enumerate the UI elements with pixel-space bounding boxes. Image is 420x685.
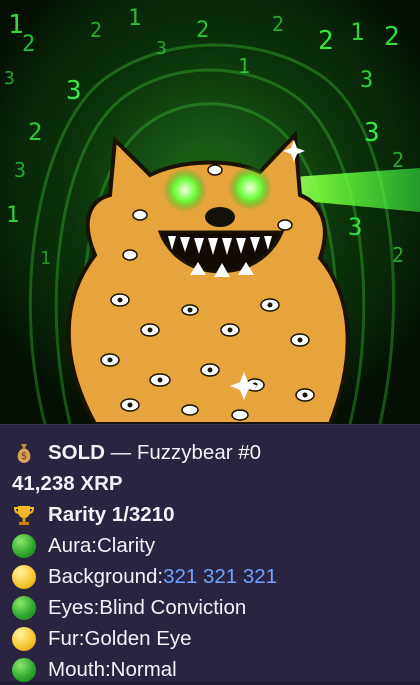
- trait-value: Normal: [110, 657, 177, 681]
- rarity-line: Rarity 1/3210: [12, 499, 175, 530]
- sale-status-line: $ SOLD — Fuzzybear #0: [12, 437, 261, 468]
- trait-value: Golden Eye: [84, 626, 192, 650]
- green-circle-icon: [12, 657, 36, 682]
- sale-price: 41,238 XRP: [12, 471, 123, 495]
- trait-row: Fur: Golden Eye: [12, 623, 192, 654]
- svg-text:$: $: [21, 451, 27, 462]
- trait-row: Aura: Clarity: [12, 530, 155, 561]
- trait-value: Clarity: [97, 533, 156, 557]
- yellow-circle-icon: [12, 564, 36, 589]
- money-bag-icon: $: [12, 441, 36, 465]
- trait-row: Background: 321 321 321: [12, 561, 277, 592]
- green-circle-icon: [12, 595, 36, 620]
- yellow-circle-icon: [12, 626, 36, 651]
- nft-name: Fuzzybear #0: [136, 440, 262, 464]
- status-separator: —: [110, 440, 132, 464]
- rarity-value: Rarity 1/3210: [48, 502, 175, 526]
- nft-artwork[interactable]: 1 2 3 2 3 1 3 2 1 3 2 1 2 2 1 2 3 3 2 3 …: [0, 0, 420, 424]
- green-circle-icon: [12, 533, 36, 558]
- trophy-icon: [12, 503, 36, 527]
- nft-sale-card: $ SOLD — Fuzzybear #0 41,238 XRP Rarity …: [0, 424, 420, 682]
- trait-row: Eyes: Blind Conviction: [12, 592, 246, 623]
- sale-status: SOLD: [48, 440, 105, 464]
- background-trait-link[interactable]: 321 321 321: [163, 565, 277, 589]
- trait-label: Eyes:: [48, 595, 100, 619]
- trait-label: Fur:: [48, 626, 85, 650]
- fuzzybear-illustration: [0, 0, 420, 424]
- trait-label: Aura:: [48, 533, 97, 557]
- trait-label: Mouth:: [48, 657, 111, 681]
- trait-value: Blind Conviction: [99, 595, 247, 619]
- trait-row: Mouth: Normal: [12, 654, 177, 685]
- trait-label: Background:: [48, 564, 164, 588]
